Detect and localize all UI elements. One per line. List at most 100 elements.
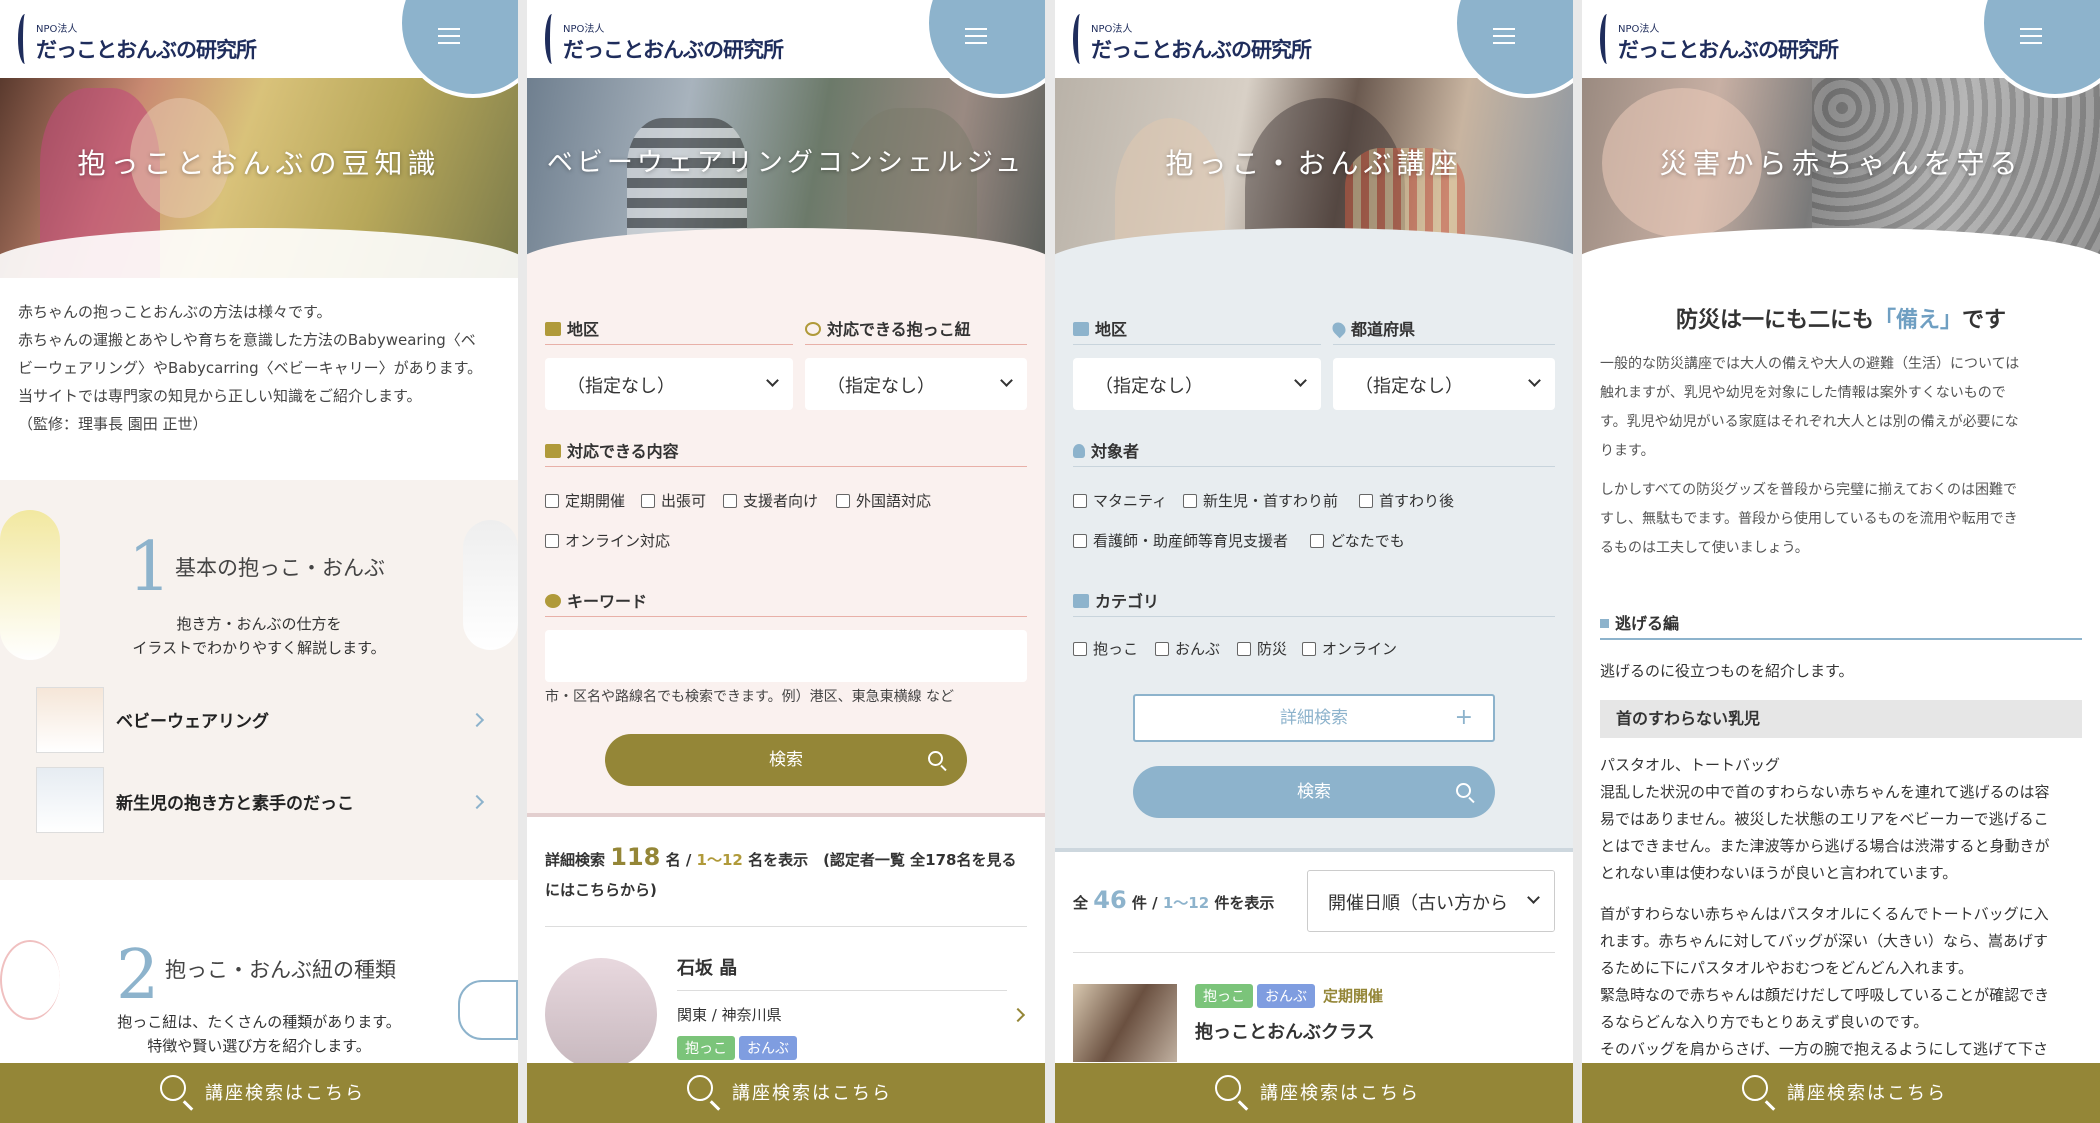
section-desc: 抱っこ紐は、たくさんの種類があります。 [117, 1013, 401, 1031]
person-card[interactable]: 石坂 晶 関東 / 神奈川県 抱っこ おんぶ [545, 946, 1027, 1076]
area-label: 地区 [545, 316, 599, 340]
person-avatar [545, 958, 657, 1070]
section-desc: イラストでわかりやすく解説します。 [132, 639, 386, 657]
checkbox-maternity[interactable]: マタニティ [1073, 490, 1167, 511]
checkbox-box [1310, 534, 1324, 548]
person-icon [1073, 444, 1085, 458]
checkbox-box [545, 494, 559, 508]
logo-npo-text: NPO法人 [563, 24, 605, 35]
checkbox-online[interactable]: オンライン [1302, 638, 1397, 659]
logo-npo-text: NPO法人 [1091, 24, 1133, 35]
tag-dakko: 抱っこ [1195, 984, 1253, 1008]
content-label: 対応できる内容 [545, 438, 679, 462]
detail-search-button[interactable]: 詳細検索 + [1133, 694, 1495, 742]
logo-name-text: だっことおんぶの研究所 [36, 38, 257, 62]
checkbox-box [641, 494, 655, 508]
course-search-label: 講座検索はこちら [732, 1083, 892, 1104]
search-button[interactable]: 検索 [605, 734, 967, 786]
tag-regular: 定期開催 [1323, 987, 1384, 1005]
hero-banner: ベビーウェアリングコンシェルジュ [527, 78, 1045, 278]
section-basic: 1 基本の抱っこ・おんぶ 抱き方・おんぶの仕方を イラストでわかりやすく解説しま… [0, 480, 518, 880]
checkbox-dispatch[interactable]: 出張可 [641, 490, 706, 511]
hero-banner: 抱っことおんぶの豆知識 [0, 78, 518, 278]
course-search-bar[interactable]: 講座検索はこちら [1055, 1063, 1573, 1123]
pref-select[interactable]: （指定なし） [1333, 358, 1555, 410]
search-form: 地区 都道府県 （指定なし） （指定なし） 対象者 マタニティ 新生児・首すわり… [1055, 278, 1573, 848]
section-number: 2 [116, 936, 160, 1015]
checkbox-regular[interactable]: 定期開催 [545, 490, 625, 511]
area-select[interactable]: （指定なし） [545, 358, 793, 410]
section-number: 1 [128, 528, 172, 607]
plus-icon: + [1454, 705, 1473, 730]
keyword-input[interactable] [545, 630, 1027, 682]
chevron-right-icon [1010, 1007, 1026, 1023]
tag-onbu: おんぶ [1257, 984, 1315, 1008]
checkbox-nurse[interactable]: 看護師・助産師等育児支援者 [1073, 530, 1288, 551]
logo-name-text: だっことおんぶの研究所 [563, 38, 784, 62]
hero-title: ベビーウェアリングコンシェルジュ [546, 148, 1026, 178]
chevron-down-icon [766, 374, 779, 387]
result-summary: 全 46 件 / 1〜12 件を表示 [1073, 886, 1275, 914]
map-icon [545, 322, 561, 336]
hero-title: 抱っことおんぶの豆知識 [77, 147, 441, 180]
intro-line: ビーウェアリング〉やBabycarring〈ベビーキャリー〉があります。 [18, 359, 483, 377]
map-icon [1073, 322, 1089, 336]
link-label: ベビーウェアリング [116, 712, 269, 732]
sort-select[interactable]: 開催日順（古い方から [1307, 870, 1555, 932]
speech-bubble-icon [545, 594, 561, 608]
course-card[interactable]: 抱っこ おんぶ 定期開催 抱っことおんぶクラス [1073, 982, 1555, 1062]
intro-line: 赤ちゃんの抱っことおんぶの方法は様々です。 [18, 303, 332, 321]
hero-title: 災害から赤ちゃんを守る [1659, 147, 2023, 180]
hamburger-icon [1493, 28, 1515, 44]
person-name: 石坂 晶 [677, 958, 738, 979]
panel-concierge: NPO法人 だっことおんぶの研究所 ベビーウェアリングコンシェルジュ 地区 対応… [527, 0, 1045, 1123]
carrier-select[interactable]: （指定なし） [805, 358, 1027, 410]
course-tags: 抱っこ おんぶ 定期開催 [1195, 984, 1383, 1008]
panel-disaster: NPO法人 だっことおんぶの研究所 災害から赤ちゃんを守る 防災は一にも二にも「… [1582, 0, 2100, 1123]
course-search-bar[interactable]: 講座検索はこちら [527, 1063, 1045, 1123]
checkbox-online[interactable]: オンライン対応 [545, 530, 670, 551]
case-body: パスタオル、トートバッグ 混乱した状況の中で首のすわらない赤ちゃんを連れて逃げる… [1600, 752, 2086, 1063]
intro-line: 赤ちゃんの運搬とあやしや育ちを意識した方法のBabywearing〈ベ [18, 331, 476, 349]
logo-mark-icon [1600, 14, 1614, 64]
sub-description: 逃げるのに役立つものを紹介します。 [1600, 662, 1854, 680]
logo-mark-icon [18, 14, 32, 64]
logo-npo-text: NPO法人 [36, 24, 78, 35]
search-icon [160, 1075, 186, 1101]
area-select[interactable]: （指定なし） [1073, 358, 1321, 410]
panel-knowledge: NPO法人 だっことおんぶの研究所 抱っことおんぶの豆知識 赤ちゃんの抱っことお… [0, 0, 518, 1123]
checkbox-box [1073, 534, 1087, 548]
checkbox-disaster[interactable]: 防災 [1237, 638, 1287, 659]
intro-text: 赤ちゃんの抱っことおんぶの方法は様々です。 赤ちゃんの運搬とあやしや育ちを意識し… [18, 298, 508, 438]
link-newborn[interactable]: 新生児の抱き方と素手のだっこ [36, 765, 485, 835]
folder-icon [1073, 594, 1089, 608]
checkbox-neck-stable[interactable]: 首すわり後 [1359, 490, 1454, 511]
intro-line: 当サイトでは専門家の知見から正しい知識をご紹介します。 [18, 387, 422, 405]
target-label: 対象者 [1073, 438, 1139, 462]
scissors-icon [805, 322, 821, 336]
area-label: 地区 [1073, 316, 1127, 340]
section-desc: 特徴や賢い選び方を紹介します。 [147, 1037, 371, 1055]
checkbox-anyone[interactable]: どなたでも [1310, 530, 1405, 551]
checkbox-onbu[interactable]: おんぶ [1155, 638, 1220, 659]
keyword-label: キーワード [545, 588, 647, 612]
checkbox-newborn[interactable]: 新生児・首すわり前 [1183, 490, 1338, 511]
section-desc: 抱き方・おんぶの仕方を [176, 615, 342, 633]
chevron-right-icon [469, 794, 485, 810]
checkbox-foreign-lang[interactable]: 外国語対応 [836, 490, 931, 511]
checkbox-supporter[interactable]: 支援者向け [723, 490, 818, 511]
items-line: パスタオル、トートバッグ [1600, 756, 1781, 774]
hero-banner: 抱っこ・おんぶ講座 [1055, 78, 1573, 278]
search-button[interactable]: 検索 [1133, 766, 1495, 818]
header: NPO法人 だっことおんぶの研究所 [1055, 0, 1573, 98]
search-form: 地区 対応できる抱っこ紐 （指定なし） （指定なし） 対応できる内容 定期開催 … [527, 278, 1045, 813]
link-babywearing[interactable]: ベビーウェアリング [36, 685, 485, 755]
course-search-bar[interactable]: 講座検索はこちら [1582, 1063, 2100, 1123]
header: NPO法人 だっことおんぶの研究所 [1582, 0, 2100, 98]
checkbox-box [1237, 642, 1251, 656]
hamburger-icon [2020, 28, 2042, 44]
checkbox-box [545, 534, 559, 548]
search-icon [687, 1075, 713, 1101]
checkbox-dakko[interactable]: 抱っこ [1073, 638, 1138, 659]
course-search-bar[interactable]: 講座検索はこちら [0, 1063, 518, 1123]
